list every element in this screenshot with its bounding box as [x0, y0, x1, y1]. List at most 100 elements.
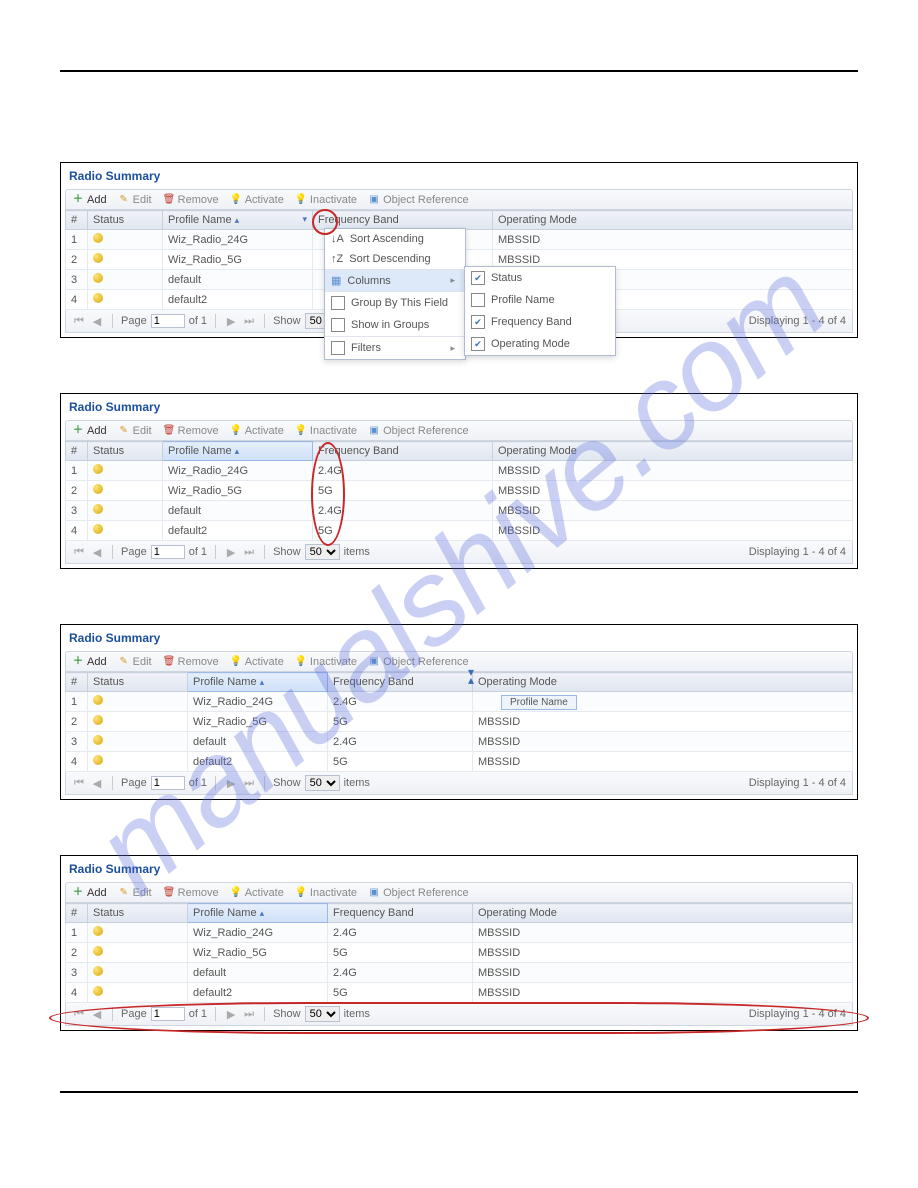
table-row[interactable]: 4default25GMBSSID	[66, 752, 853, 772]
col-status[interactable]: Status	[88, 673, 188, 692]
cell-status	[88, 943, 188, 963]
table-row[interactable]: 1Wiz_Radio_24G2.4G	[66, 692, 853, 712]
cell-num: 2	[66, 250, 88, 270]
col-mode[interactable]: Operating Mode	[493, 211, 853, 230]
col-status[interactable]: Status	[88, 211, 163, 230]
submenu-profile[interactable]: Profile Name	[465, 289, 615, 311]
table-row[interactable]: 3default2.4GMBSSID	[66, 501, 853, 521]
page-first-button[interactable]: ⏮	[72, 1008, 86, 1021]
page-next-button[interactable]: ▶	[224, 777, 238, 790]
page-last-button[interactable]: ⏭	[242, 546, 256, 559]
col-freq[interactable]: Frequency Band	[328, 904, 473, 923]
page-first-button[interactable]: ⏮	[72, 315, 86, 328]
page-last-button[interactable]: ⏭	[242, 777, 256, 790]
page-input[interactable]	[151, 1007, 185, 1021]
activate-button[interactable]: 💡Activate	[230, 887, 284, 899]
col-num[interactable]: #	[66, 904, 88, 923]
page-prev-button[interactable]: ◀	[90, 1008, 104, 1021]
table-row[interactable]: 4default25GMBSSID	[66, 521, 853, 541]
col-num[interactable]: #	[66, 673, 88, 692]
remove-button[interactable]: 🗑Remove	[163, 656, 219, 668]
table-row[interactable]: 4default25GMBSSID	[66, 983, 853, 1003]
table-row[interactable]: 2Wiz_Radio_5G5GMBSSID	[66, 943, 853, 963]
page-size-select[interactable]: 50	[305, 544, 340, 560]
page-last-button[interactable]: ⏭	[242, 1008, 256, 1021]
activate-button[interactable]: 💡Activate	[230, 194, 284, 206]
page-input[interactable]	[151, 776, 185, 790]
page-prev-button[interactable]: ◀	[90, 546, 104, 559]
page-prev-button[interactable]: ◀	[90, 315, 104, 328]
col-profile[interactable]: Profile Name▾	[163, 211, 313, 230]
page-next-button[interactable]: ▶	[224, 546, 238, 559]
cell-status	[88, 963, 188, 983]
table-row[interactable]: 2Wiz_Radio_5G5GMBSSID	[66, 712, 853, 732]
page-size-select[interactable]: 50	[305, 775, 340, 791]
menu-show-groups[interactable]: Show in Groups	[325, 314, 465, 336]
remove-button[interactable]: 🗑Remove	[163, 887, 219, 899]
edit-button[interactable]: ✎Edit	[118, 194, 152, 206]
menu-sort-asc[interactable]: ↓ASort Ascending	[325, 229, 465, 249]
col-freq[interactable]: Frequency Band	[328, 673, 473, 692]
menu-columns[interactable]: ▦Columns▸	[325, 270, 465, 291]
page-input[interactable]	[151, 545, 185, 559]
col-status[interactable]: Status	[88, 904, 188, 923]
col-profile[interactable]: Profile Name	[163, 442, 313, 461]
col-mode[interactable]: Operating Mode	[493, 442, 853, 461]
cell-profile: default	[163, 270, 313, 290]
page-prev-button[interactable]: ◀	[90, 777, 104, 790]
page-next-button[interactable]: ▶	[224, 315, 238, 328]
col-profile[interactable]: Profile Name	[188, 673, 328, 692]
col-freq[interactable]: Frequency Band	[313, 442, 493, 461]
table-row[interactable]: 1Wiz_Radio_24G2.4GMBSSID	[66, 923, 853, 943]
inactivate-button[interactable]: 💡Inactivate	[295, 194, 357, 206]
activate-button[interactable]: 💡Activate	[230, 656, 284, 668]
submenu-mode[interactable]: ✔Operating Mode	[465, 333, 615, 355]
menu-filters[interactable]: Filters▸	[325, 337, 465, 359]
table-row[interactable]: 3default2.4GMBSSID	[66, 732, 853, 752]
add-button[interactable]: ＋Add	[72, 194, 107, 206]
table-row[interactable]: 3default2.4GMBSSID	[66, 963, 853, 983]
add-button[interactable]: ＋Add	[72, 887, 107, 899]
page-first-button[interactable]: ⏮	[72, 546, 86, 559]
add-button[interactable]: ＋Add	[72, 425, 107, 437]
submenu-freq[interactable]: ✔Frequency Band	[465, 311, 615, 333]
edit-button[interactable]: ✎Edit	[118, 656, 152, 668]
page-next-button[interactable]: ▶	[224, 1008, 238, 1021]
object-reference-button[interactable]: ▣Object Reference	[368, 887, 469, 899]
object-reference-button[interactable]: ▣Object Reference	[368, 656, 469, 668]
page-first-button[interactable]: ⏮	[72, 777, 86, 790]
page-last-button[interactable]: ⏭	[242, 315, 256, 328]
col-profile[interactable]: Profile Name	[188, 904, 328, 923]
cell-freq: 2.4G	[328, 692, 473, 712]
activate-button[interactable]: 💡Activate	[230, 425, 284, 437]
col-num[interactable]: #	[66, 211, 88, 230]
remove-button[interactable]: 🗑Remove	[163, 194, 219, 206]
panel-radio-summary-3: Radio Summary ＋Add ✎Edit 🗑Remove 💡Activa…	[60, 624, 858, 800]
object-reference-button[interactable]: ▣Object Reference	[368, 425, 469, 437]
col-mode[interactable]: Operating Mode	[473, 673, 853, 692]
page-size-select[interactable]: 50	[305, 1006, 340, 1022]
object-reference-icon: ▣	[368, 656, 380, 668]
col-freq[interactable]: Frequency Band	[313, 211, 493, 230]
inactivate-button[interactable]: 💡Inactivate	[295, 656, 357, 668]
inactivate-button[interactable]: 💡Inactivate	[295, 425, 357, 437]
col-num[interactable]: #	[66, 442, 88, 461]
submenu-status[interactable]: ✔Status	[465, 267, 615, 289]
cell-profile: Wiz_Radio_5G	[188, 712, 328, 732]
menu-sort-desc[interactable]: ↑ZSort Descending	[325, 249, 465, 269]
add-button[interactable]: ＋Add	[72, 656, 107, 668]
object-reference-button[interactable]: ▣Object Reference	[368, 194, 469, 206]
menu-group-by[interactable]: Group By This Field	[325, 292, 465, 314]
bulb-on-icon	[93, 735, 103, 745]
table-row[interactable]: 1Wiz_Radio_24G2.4GMBSSID	[66, 461, 853, 481]
inactivate-button[interactable]: 💡Inactivate	[295, 887, 357, 899]
col-mode[interactable]: Operating Mode	[473, 904, 853, 923]
col-status[interactable]: Status	[88, 442, 163, 461]
table-row[interactable]: 2Wiz_Radio_5G5GMBSSID	[66, 481, 853, 501]
edit-button[interactable]: ✎Edit	[118, 425, 152, 437]
data-table: # Status Profile Name Frequency Band Ope…	[65, 672, 853, 772]
remove-button[interactable]: 🗑Remove	[163, 425, 219, 437]
page-input[interactable]	[151, 314, 185, 328]
edit-button[interactable]: ✎Edit	[118, 887, 152, 899]
column-menu-trigger[interactable]: ▾	[302, 214, 307, 225]
